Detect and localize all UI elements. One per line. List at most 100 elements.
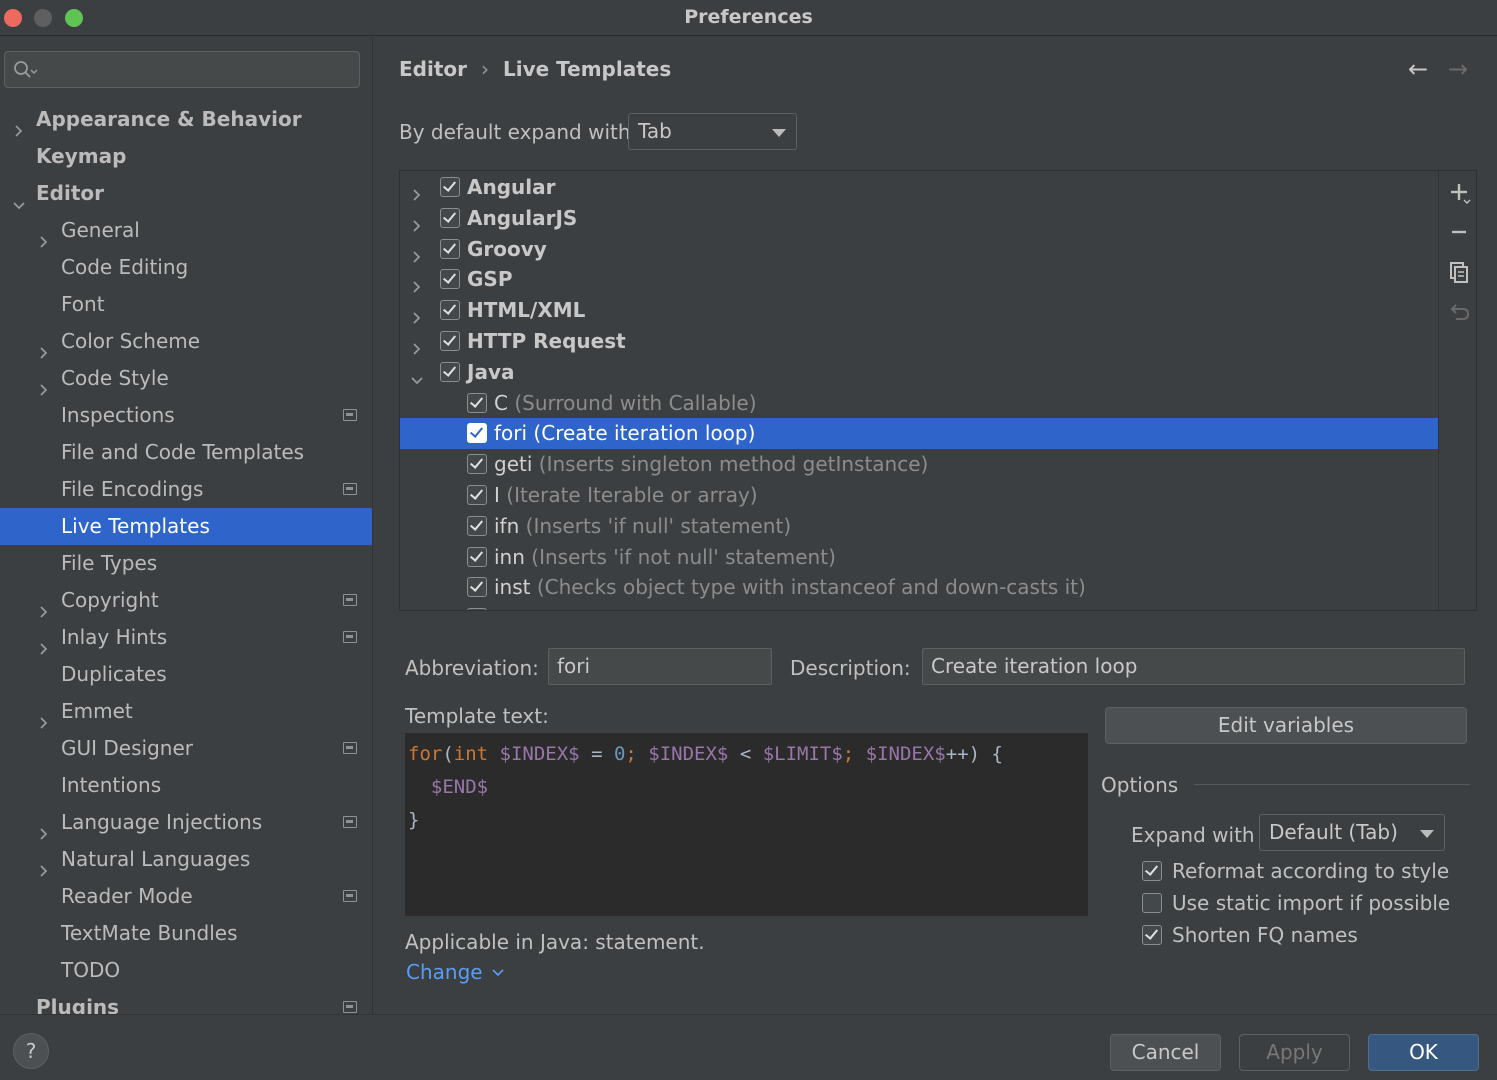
template-checkbox[interactable] xyxy=(467,423,487,444)
template-group-row[interactable]: Groovy xyxy=(400,234,1438,265)
settings-search-input[interactable] xyxy=(4,51,360,88)
chevron-right-icon[interactable] xyxy=(410,203,424,234)
template-row[interactable]: ifn (Inserts 'if null' statement) xyxy=(400,511,1438,542)
remove-icon[interactable] xyxy=(1439,217,1476,253)
chevron-right-icon[interactable] xyxy=(37,804,51,841)
template-checkbox[interactable] xyxy=(467,546,487,567)
sidebar-item[interactable]: TextMate Bundles xyxy=(0,915,372,952)
add-icon[interactable] xyxy=(1439,177,1476,213)
chevron-right-icon[interactable] xyxy=(410,326,424,357)
template-row[interactable]: inn (Inserts 'if not null' statement) xyxy=(400,542,1438,573)
sidebar-item[interactable]: Duplicates xyxy=(0,656,372,693)
sidebar-item[interactable]: Color Scheme xyxy=(0,323,372,360)
sidebar-item[interactable]: Inlay Hints xyxy=(0,619,372,656)
apply-button[interactable]: Apply xyxy=(1239,1034,1350,1071)
sidebar-item[interactable]: Natural Languages xyxy=(0,841,372,878)
sidebar-item[interactable]: File Encodings xyxy=(0,471,372,508)
cancel-button[interactable]: Cancel xyxy=(1110,1034,1221,1071)
template-row[interactable]: fori (Create iteration loop) xyxy=(400,418,1438,450)
chevron-down-icon[interactable] xyxy=(410,357,424,388)
group-checkbox[interactable] xyxy=(440,207,460,228)
group-checkbox[interactable] xyxy=(440,269,460,290)
group-checkbox[interactable] xyxy=(440,361,460,382)
edit-variables-button[interactable]: Edit variables xyxy=(1105,707,1467,744)
template-group-row[interactable]: Java xyxy=(400,357,1438,388)
chevron-right-icon[interactable] xyxy=(410,234,424,265)
help-button[interactable]: ? xyxy=(13,1033,49,1069)
template-checkbox[interactable] xyxy=(467,515,487,536)
sidebar-item[interactable]: Code Editing xyxy=(0,249,372,286)
description-input[interactable]: Create iteration loop xyxy=(922,648,1465,685)
sidebar-item[interactable]: Plugins xyxy=(0,989,372,1014)
change-context-link[interactable]: Change xyxy=(406,960,505,984)
option-checkbox[interactable] xyxy=(1142,925,1162,945)
restore-icon[interactable] xyxy=(1439,297,1476,333)
sidebar-item[interactable]: Live Templates xyxy=(0,508,372,545)
option-label[interactable]: Use static import if possible xyxy=(1172,891,1450,915)
sidebar-item[interactable]: Language Injections xyxy=(0,804,372,841)
sidebar-item[interactable]: Emmet xyxy=(0,693,372,730)
back-arrow-icon[interactable]: ← xyxy=(1408,55,1428,83)
abbreviation-input[interactable]: fori xyxy=(548,648,772,685)
code-token: ( xyxy=(442,743,454,765)
option-checkbox[interactable] xyxy=(1142,861,1162,881)
sidebar-item[interactable]: Appearance & Behavior xyxy=(0,101,372,138)
chevron-right-icon[interactable] xyxy=(37,212,51,249)
template-checkbox[interactable] xyxy=(467,608,487,610)
template-checkbox[interactable] xyxy=(467,485,487,505)
chevron-right-icon[interactable] xyxy=(410,295,424,326)
copy-icon[interactable] xyxy=(1439,257,1476,293)
template-row[interactable]: geti (Inserts singleton method getInstan… xyxy=(400,449,1438,480)
group-checkbox[interactable] xyxy=(440,300,460,321)
group-checkbox[interactable] xyxy=(440,331,460,351)
sidebar-item[interactable]: File and Code Templates xyxy=(0,434,372,471)
option-label[interactable]: Shorten FQ names xyxy=(1172,923,1358,947)
sidebar-item[interactable]: Keymap xyxy=(0,138,372,175)
template-checkbox[interactable] xyxy=(467,454,487,475)
group-checkbox[interactable] xyxy=(440,238,460,259)
chevron-right-icon[interactable] xyxy=(37,619,51,656)
sidebar-item[interactable]: File Types xyxy=(0,545,372,582)
template-group-row[interactable]: Angular xyxy=(400,172,1438,203)
chevron-right-icon[interactable] xyxy=(12,101,26,138)
option-checkbox[interactable] xyxy=(1142,893,1162,913)
sidebar-item[interactable]: General xyxy=(0,212,372,249)
breadcrumb-parent[interactable]: Editor xyxy=(399,57,467,81)
chevron-right-icon[interactable] xyxy=(37,360,51,397)
sidebar-item[interactable]: Intentions xyxy=(0,767,372,804)
chevron-right-icon[interactable] xyxy=(37,582,51,619)
chevron-right-icon[interactable] xyxy=(410,264,424,295)
sidebar-item[interactable]: GUI Designer xyxy=(0,730,372,767)
template-row[interactable]: inst (Checks object type with instanceof… xyxy=(400,572,1438,603)
template-text-editor[interactable]: for(int $INDEX$ = 0; $INDEX$ < $LIMIT$; … xyxy=(405,733,1088,916)
chevron-right-icon[interactable] xyxy=(410,172,424,203)
template-row[interactable]: C (Surround with Callable) xyxy=(400,388,1438,419)
chevron-right-icon[interactable] xyxy=(37,841,51,878)
forward-arrow-icon[interactable]: → xyxy=(1448,55,1468,83)
sidebar-item[interactable]: Copyright xyxy=(0,582,372,619)
sidebar-item[interactable]: Editor xyxy=(0,175,372,212)
chevron-down-icon[interactable] xyxy=(12,175,26,212)
template-group-row[interactable]: HTTP Request xyxy=(400,326,1438,357)
sidebar-item[interactable]: Code Style xyxy=(0,360,372,397)
template-description: (Inserts 'if null' statement) xyxy=(525,513,792,538)
template-group-row[interactable]: HTML/XML xyxy=(400,295,1438,326)
expand-with-select[interactable]: Default (Tab) xyxy=(1259,814,1445,851)
template-checkbox[interactable] xyxy=(467,392,487,413)
template-group-row[interactable]: AngularJS xyxy=(400,203,1438,234)
sidebar-item[interactable]: Reader Mode xyxy=(0,878,372,915)
chevron-right-icon[interactable] xyxy=(37,323,51,360)
sidebar-item[interactable]: TODO xyxy=(0,952,372,989)
sidebar-item[interactable]: Font xyxy=(0,286,372,323)
template-checkbox[interactable] xyxy=(467,577,487,598)
template-group-row[interactable]: GSP xyxy=(400,264,1438,295)
live-templates-tree[interactable]: Angular AngularJS Groovy GSP HTML/XML HTTP Re… xyxy=(399,170,1477,611)
group-checkbox[interactable] xyxy=(440,177,460,197)
sidebar-item-label: Inspections xyxy=(61,403,175,427)
default-expand-select[interactable]: Tab xyxy=(628,113,797,150)
ok-button[interactable]: OK xyxy=(1368,1034,1479,1071)
sidebar-item[interactable]: Inspections xyxy=(0,397,372,434)
template-row[interactable]: I (Iterate Iterable or array) xyxy=(400,480,1438,511)
chevron-right-icon[interactable] xyxy=(37,693,51,730)
option-label[interactable]: Reformat according to style xyxy=(1172,859,1449,883)
